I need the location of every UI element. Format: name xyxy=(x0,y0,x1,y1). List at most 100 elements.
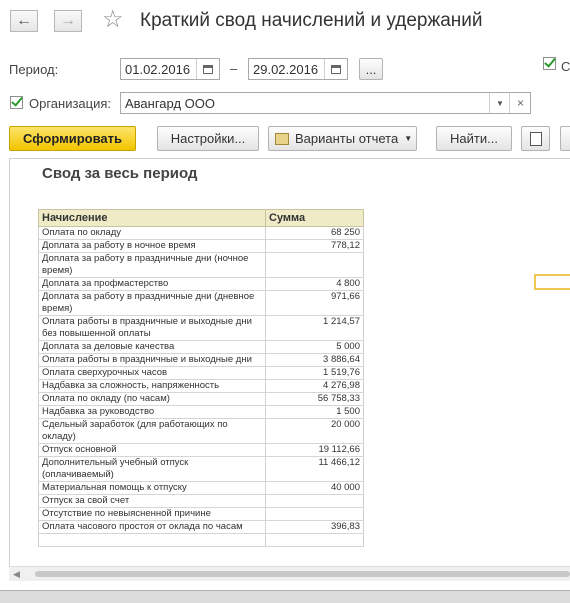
accrual-sum-cell xyxy=(265,507,364,521)
organization-value: Авангард ООО xyxy=(125,96,215,111)
report-variants-icon xyxy=(275,132,289,145)
clear-icon[interactable]: × xyxy=(509,93,531,113)
accrual-name-cell: Доплата за работу в праздничные дни (дне… xyxy=(38,290,266,316)
column-header-sum: Сумма xyxy=(265,209,364,227)
table-row[interactable]: Доплата за работу в праздничные дни (дне… xyxy=(38,290,364,316)
accrual-name-cell: Материальная помощь к отпуску xyxy=(38,481,266,495)
period-from-value: 01.02.2016 xyxy=(125,62,191,77)
table-row[interactable]: Оплата по окладу (по часам) 56 758,33 xyxy=(38,392,364,406)
period-to-field[interactable]: 29.02.2016 xyxy=(248,58,348,80)
accrual-name-cell: Доплата за деловые качества xyxy=(38,340,266,354)
accrual-sum-cell: 11 466,12 xyxy=(265,456,364,482)
calendar-icon[interactable] xyxy=(324,59,347,79)
chevron-down-icon: ▼ xyxy=(404,134,413,143)
organization-label: Организация: xyxy=(29,96,112,111)
star-icon[interactable]: ☆ xyxy=(102,8,124,32)
accrual-sum-cell xyxy=(265,533,364,547)
forward-button[interactable]: → xyxy=(54,10,82,32)
accrual-sum-cell: 20 000 xyxy=(265,418,364,444)
accrual-sum-cell: 56 758,33 xyxy=(265,392,364,406)
accrual-sum-cell: 1 519,76 xyxy=(265,366,364,380)
table-row[interactable]: Доплата за деловые качества 5 000 xyxy=(38,340,364,354)
scrollbar-thumb[interactable] xyxy=(35,571,570,577)
accrual-name-cell: Оплата по окладу xyxy=(38,226,266,240)
table-row[interactable]: Дополнительный учебный отпуск (оплачивае… xyxy=(38,456,364,482)
accrual-sum-cell: 971,66 xyxy=(265,290,364,316)
accrual-name-cell: Доплата за профмастерство xyxy=(38,277,266,291)
table-row[interactable]: Отсутствие по невыясненной причине xyxy=(38,507,364,521)
accrual-sum-cell: 3 886,64 xyxy=(265,353,364,367)
accrual-name-cell: Надбавка за сложность, напряженность xyxy=(38,379,266,393)
accrual-sum-cell: 396,83 xyxy=(265,520,364,534)
accrual-name-cell xyxy=(38,533,266,547)
period-dash: – xyxy=(230,61,238,76)
table-row[interactable] xyxy=(38,533,364,547)
table-row[interactable]: Доплата за работу в ночное время 778,12 xyxy=(38,239,364,253)
more-tools-button[interactable] xyxy=(560,126,570,151)
period-from-field[interactable]: 01.02.2016 xyxy=(120,58,220,80)
report-area: Свод за весь период Начисление Сумма Опл… xyxy=(9,158,570,581)
table-row[interactable]: Отпуск за свой счет xyxy=(38,494,364,508)
scroll-left-icon[interactable]: ◀ xyxy=(13,569,20,580)
column-header-accrual: Начисление xyxy=(38,209,266,227)
settings-button[interactable]: Настройки... xyxy=(157,126,259,151)
accrual-name-cell: Оплата работы в праздничные и выходные д… xyxy=(38,353,266,367)
table-row[interactable]: Оплата работы в праздничные и выходные д… xyxy=(38,353,364,367)
generate-button[interactable]: Сформировать xyxy=(9,126,136,151)
table-row[interactable]: Оплата часового простоя от оклада по час… xyxy=(38,520,364,534)
taskbar xyxy=(0,590,570,603)
accrual-name-cell: Отпуск за свой счет xyxy=(38,494,266,508)
accrual-name-cell: Отсутствие по невыясненной причине xyxy=(38,507,266,521)
period-to-value: 29.02.2016 xyxy=(253,62,319,77)
report-variants-label: Варианты отчета xyxy=(295,131,399,146)
table-row[interactable]: Надбавка за сложность, напряженность 4 27… xyxy=(38,379,364,393)
horizontal-scrollbar[interactable]: ◀ xyxy=(9,566,570,581)
find-button[interactable]: Найти... xyxy=(436,126,512,151)
accrual-sum-cell: 778,12 xyxy=(265,239,364,253)
organization-field[interactable]: Авангард ООО xyxy=(120,92,531,114)
forward-arrow-icon: → xyxy=(60,12,76,29)
accrual-name-cell: Дополнительный учебный отпуск (оплачивае… xyxy=(38,456,266,482)
report-variants-button[interactable]: Варианты отчета ▼ xyxy=(268,126,417,151)
table-row[interactable]: Материальная помощь к отпуску 40 000 xyxy=(38,481,364,495)
options-checkbox[interactable] xyxy=(543,57,556,70)
table-row[interactable]: Оплата работы в праздничные и выходные д… xyxy=(38,315,364,341)
accrual-sum-cell: 5 000 xyxy=(265,340,364,354)
accrual-name-cell: Отпуск основной xyxy=(38,443,266,457)
report-table: Начисление Сумма Оплата по окладу 68 250 Д… xyxy=(38,209,364,547)
accrual-sum-cell xyxy=(265,252,364,278)
table-row[interactable]: Доплата за работу в праздничные дни (ноч… xyxy=(38,252,364,278)
report-title: Свод за весь период xyxy=(42,165,198,182)
accrual-sum-cell: 1 214,57 xyxy=(265,315,364,341)
back-arrow-icon: ← xyxy=(16,12,32,29)
accrual-name-cell: Доплата за работу в праздничные дни (ноч… xyxy=(38,252,266,278)
calendar-icon[interactable] xyxy=(196,59,219,79)
accrual-name-cell: Оплата работы в праздничные и выходные д… xyxy=(38,315,266,341)
accrual-sum-cell xyxy=(265,494,364,508)
dropdown-arrow-icon[interactable]: ▼ xyxy=(489,93,510,113)
organization-checkbox[interactable] xyxy=(10,96,23,109)
table-row[interactable]: Надбавка за руководство 1 500 xyxy=(38,405,364,419)
accrual-sum-cell: 1 500 xyxy=(265,405,364,419)
copy-icon[interactable] xyxy=(521,126,550,151)
accrual-sum-cell: 4 276,98 xyxy=(265,379,364,393)
back-button[interactable]: ← xyxy=(10,10,38,32)
accrual-name-cell: Оплата по окладу (по часам) xyxy=(38,392,266,406)
accrual-name-cell: Надбавка за руководство xyxy=(38,405,266,419)
accrual-name-cell: Доплата за работу в ночное время xyxy=(38,239,266,253)
table-row[interactable]: Доплата за профмастерство 4 800 xyxy=(38,277,364,291)
selected-cell[interactable] xyxy=(534,274,570,290)
options-checkbox-label: С xyxy=(561,59,570,74)
period-label: Период: xyxy=(9,62,59,77)
accrual-sum-cell: 4 800 xyxy=(265,277,364,291)
accrual-sum-cell: 68 250 xyxy=(265,226,364,240)
accrual-name-cell: Оплата часового простоя от оклада по час… xyxy=(38,520,266,534)
table-row[interactable]: Оплата по окладу 68 250 xyxy=(38,226,364,240)
table-row[interactable]: Оплата сверхурочных часов 1 519,76 xyxy=(38,366,364,380)
accrual-name-cell: Оплата сверхурочных часов xyxy=(38,366,266,380)
accrual-sum-cell: 40 000 xyxy=(265,481,364,495)
table-row[interactable]: Отпуск основной 19 112,66 xyxy=(38,443,364,457)
period-select-button[interactable]: ... xyxy=(359,58,383,80)
table-row[interactable]: Сдельный заработок (для работающих по ок… xyxy=(38,418,364,444)
accrual-sum-cell: 19 112,66 xyxy=(265,443,364,457)
